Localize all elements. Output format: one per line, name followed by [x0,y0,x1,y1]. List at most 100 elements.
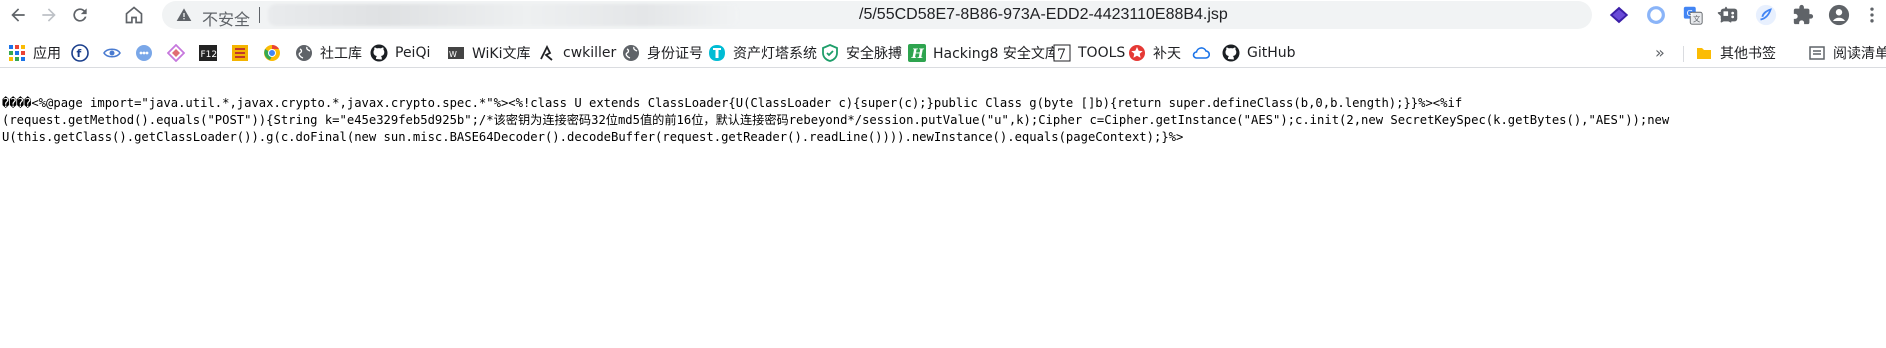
cloud-dots-icon [135,44,153,62]
bookmark-label: 阅读清单 [1833,46,1886,62]
extension-translate[interactable]: G文 [1680,2,1706,28]
bookmark-label: Hacking8 安全文库 [933,46,1059,62]
bookmark-reading-list[interactable]: 阅读清单 [1808,42,1886,64]
extensions-button[interactable] [1790,2,1816,28]
redacted-url-region [268,4,738,26]
bookmark-yellow[interactable] [231,42,256,64]
bookmark-chrome[interactable] [263,42,288,64]
bookmark-label: PeiQi [395,45,431,61]
globe-icon [295,44,313,62]
security-status-label[interactable]: 不安全 [202,6,250,30]
svg-text:文: 文 [1693,14,1701,23]
svg-text:F12: F12 [201,50,218,60]
arrow-left-icon [11,8,25,22]
layers-icon [1609,6,1629,24]
bookmark-security-pulse[interactable]: 安全脉搏 [821,42,902,64]
lighthouse-icon [708,44,726,62]
cwkiller-icon [538,44,556,62]
bookmark-label: GitHub [1247,45,1296,61]
eye-icon [103,44,121,62]
bookmark-diamond[interactable] [167,42,192,64]
page-source-text: ����<%@page import="java.util.*,javax.cr… [2,95,1882,146]
translate-icon: G文 [1683,6,1703,25]
reading-list-icon [1808,44,1826,62]
seven-icon: 7 [1053,44,1071,62]
profile-button[interactable] [1826,2,1852,28]
bookmark-tools[interactable]: 7 TOOLS [1053,42,1125,64]
svg-text:f: f [77,47,82,60]
bookmark-label: 身份证号 [647,46,703,62]
code-line: U(this.getClass().getClassLoader()).g(c.… [2,130,1184,144]
bookmark-cloud[interactable] [1192,42,1217,64]
svg-text:G: G [1687,8,1693,18]
warning-triangle-icon [176,8,192,21]
yellow-square-icon [231,44,249,62]
cloud-icon [1192,44,1210,62]
gamepad-icon [1720,8,1738,22]
apps-grid-icon [8,44,26,62]
bookmark-cwkiller[interactable]: cwkiller [538,42,616,64]
address-bar[interactable]: 不安全 /5/55CD58E7-8B86-973A-EDD2-4423110E8… [162,1,1735,30]
bookmark-label: TOOLS [1078,45,1126,61]
bookmarks-divider [1683,46,1684,62]
bookmark-eye[interactable] [103,42,128,64]
code-line: ����<%@page import="java.util.*,javax.cr… [2,96,1463,110]
puzzle-icon [1793,4,1814,25]
bookmark-social-lib[interactable]: 社工库 [295,42,362,64]
circle-f-icon: f [71,44,89,62]
svg-text:W: W [449,50,457,59]
reload-button[interactable] [66,1,94,29]
account-circle-icon [1828,4,1850,26]
bookmark-label: cwkiller [563,45,617,61]
url-text[interactable]: /5/55CD58E7-8B86-973A-EDD2-4423110E88B4.… [859,6,1228,24]
bookmark-other-folder[interactable]: 其他书签 [1695,42,1776,64]
bookmark-apps[interactable]: 应用 [8,42,61,64]
bookmark-label: 安全脉搏 [846,46,902,62]
menu-button[interactable] [1862,2,1882,28]
bookmark-butian[interactable]: 补天 [1128,42,1181,64]
folder-icon [1695,44,1713,62]
bookmarks-overflow-button[interactable]: » [1655,43,1665,62]
bookmark-github[interactable]: GitHub [1222,42,1296,64]
bookmark-f12[interactable]: F12 [199,42,224,64]
h-icon: H [908,44,926,62]
reload-icon [73,8,87,22]
globe-icon [622,44,640,62]
bookmark-label: 应用 [33,46,61,62]
bookmarks-bar: 应用 f F12 社工库 PeiQi W WiKi文库 cwkiller 身份证… [0,38,1886,68]
extension-gamepad[interactable] [1716,2,1742,28]
bookmark-peiqi[interactable]: PeiQi [370,42,430,64]
bookmark-hacking8[interactable]: H Hacking8 安全文库 [908,42,1059,64]
wiki-icon: W [447,44,465,62]
extension-ring[interactable] [1643,2,1669,28]
svg-text:H: H [911,47,925,62]
home-button[interactable] [120,1,148,29]
f12-icon: F12 [199,44,217,62]
svg-text:7: 7 [1057,47,1066,62]
extension-purple-layers[interactable] [1606,2,1632,28]
bookmark-asset-lighthouse[interactable]: 资产灯塔系统 [708,42,817,64]
bookmark-label: WiKi文库 [472,46,531,62]
bookmark-label: 资产灯塔系统 [733,46,817,62]
shield-icon [821,44,839,62]
code-line: (request.getMethod().equals("POST")){Str… [2,113,1670,127]
forward-button[interactable] [35,1,63,29]
browser-toolbar: 不安全 /5/55CD58E7-8B86-973A-EDD2-4423110E8… [0,0,1886,30]
bookmark-label: 其他书签 [1720,46,1776,62]
diamond-icon [167,44,185,62]
bookmark-cloud-dots[interactable] [135,42,160,64]
arrow-right-icon [42,8,56,22]
github-icon [1222,44,1240,62]
feather-icon [1755,4,1777,26]
chrome-color-icon [263,44,281,62]
bookmark-id-number[interactable]: 身份证号 [622,42,703,64]
star-icon [1128,44,1146,62]
ring-icon [1647,6,1665,24]
bookmark-wiki[interactable]: W WiKi文库 [447,42,531,64]
back-button[interactable] [4,1,32,29]
extension-active-feather[interactable] [1753,2,1779,28]
security-divider [259,7,260,23]
home-icon [125,6,143,24]
bookmark-label: 补天 [1153,46,1181,62]
bookmark-f[interactable]: f [71,42,96,64]
